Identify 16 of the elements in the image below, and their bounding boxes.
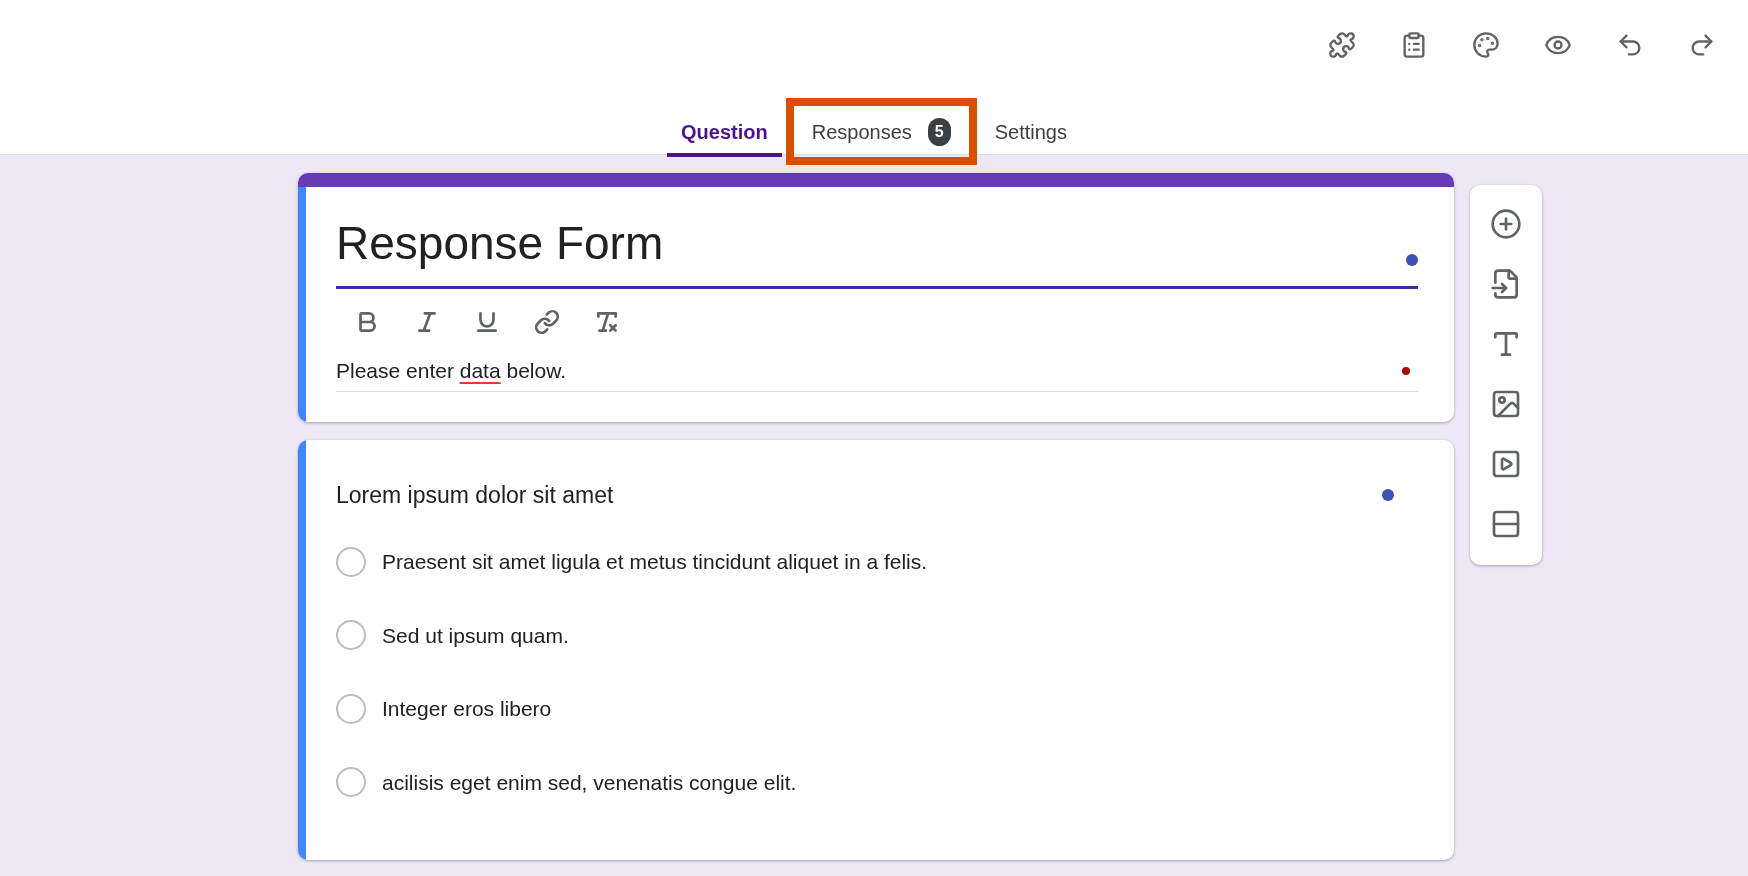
option-label: Integer eros libero xyxy=(382,696,552,722)
count-badge: 5 xyxy=(927,117,951,146)
description-text: Please enter data below. xyxy=(336,358,566,384)
question-title: Lorem ipsum dolor sit amet xyxy=(336,480,614,510)
radio-button[interactable] xyxy=(336,620,366,651)
radio-button[interactable] xyxy=(336,767,366,798)
title-field[interactable]: Response Form xyxy=(336,209,1418,289)
radio-button[interactable] xyxy=(336,693,366,724)
option-label: Sed ut ipsum quam. xyxy=(382,622,569,649)
option-label: Praesent sit amet ligula et metus tincidunt aliquet in a felis. xyxy=(382,549,928,575)
option-label: acilisis eget enim sed, venenatis congue elit. xyxy=(382,769,797,796)
description-field[interactable]: Please enter data below. xyxy=(336,355,1418,392)
tab[interactable]: Responses 5 xyxy=(797,110,965,157)
radio-button[interactable] xyxy=(336,546,366,577)
tab[interactable]: Settings xyxy=(980,110,1081,157)
tab[interactable]: Question xyxy=(667,110,782,157)
